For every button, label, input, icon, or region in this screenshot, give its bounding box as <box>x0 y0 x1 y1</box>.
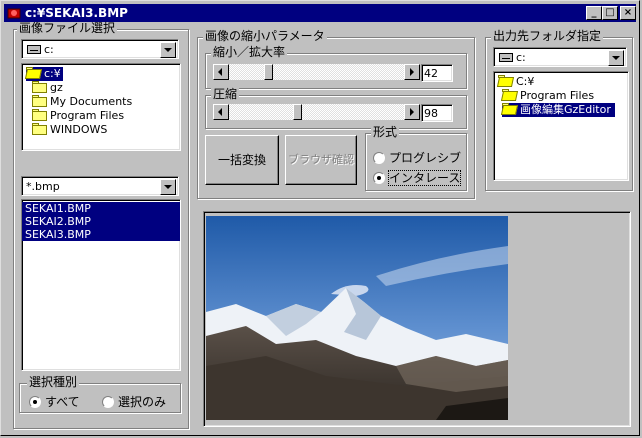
radio-unchecked-icon <box>373 152 385 164</box>
folder-open-icon <box>26 67 42 79</box>
folder-icon <box>32 81 48 93</box>
minimize-icon: _ <box>591 7 597 18</box>
scroll-right-icon[interactable] <box>404 104 420 120</box>
window-title: c:¥SEKAI3.BMP <box>25 6 128 20</box>
preview-panel <box>203 211 631 427</box>
scroll-right-icon[interactable] <box>404 64 420 80</box>
folder-item[interactable]: 画像編集GzEditor <box>502 103 615 117</box>
file-filter-value: *.bmp <box>26 180 60 193</box>
output-folder-label: 出力先フォルダ指定 <box>491 29 604 43</box>
source-drive-value: c: <box>44 43 54 56</box>
radio-checked-icon <box>29 396 41 408</box>
scale-slider[interactable] <box>213 64 420 80</box>
file-list-item[interactable]: SEKAI2.BMP <box>22 215 180 228</box>
folder-item[interactable]: gz <box>32 81 63 95</box>
minimize-button[interactable]: _ <box>586 6 602 20</box>
source-drive-combo[interactable]: c: <box>21 39 179 59</box>
folder-open-icon <box>502 89 518 101</box>
compression-label: 圧縮 <box>211 87 240 101</box>
selection-type-label: 選択種別 <box>27 375 80 389</box>
params-label: 画像の縮小パラメータ <box>203 29 327 43</box>
source-folder-tree[interactable]: c:¥ gz My Documents Program Files WINDOW… <box>21 63 181 151</box>
scroll-left-icon[interactable] <box>213 104 229 120</box>
folder-icon <box>32 109 48 121</box>
scale-slider-thumb[interactable] <box>264 64 273 80</box>
radio-selected-only[interactable]: 選択のみ <box>102 393 166 410</box>
radio-checked-icon <box>373 172 385 184</box>
chevron-down-icon[interactable] <box>160 179 176 195</box>
title-bar[interactable]: c:¥SEKAI3.BMP _ □ × <box>4 4 636 22</box>
output-drive-combo[interactable]: c: <box>493 47 627 67</box>
file-select-label: 画像ファイル選択 <box>17 21 118 35</box>
scale-label: 縮小／拡大率 <box>211 45 288 59</box>
close-button[interactable]: × <box>620 6 636 20</box>
maximize-button[interactable]: □ <box>602 6 618 20</box>
app-icon <box>7 8 21 19</box>
folder-item[interactable]: C:¥ <box>498 75 534 89</box>
radio-unchecked-icon <box>102 396 114 408</box>
batch-convert-button[interactable]: 一括変換 <box>205 135 279 185</box>
folder-icon <box>32 95 48 107</box>
output-folder-tree[interactable]: C:¥ Program Files 画像編集GzEditor <box>493 71 629 181</box>
close-icon: × <box>623 7 633 18</box>
scale-slider-track[interactable] <box>229 64 404 80</box>
file-list-item[interactable]: SEKAI1.BMP <box>22 202 180 215</box>
mountain-landscape-image <box>206 216 508 420</box>
main-window: c:¥SEKAI3.BMP _ □ × 画像ファイル選択 c: c:¥ gz M… <box>0 0 640 436</box>
folder-item[interactable]: Program Files <box>502 89 594 103</box>
folder-item[interactable]: My Documents <box>32 95 132 109</box>
file-filter-combo[interactable]: *.bmp <box>21 176 179 196</box>
scale-value-field[interactable]: 42 <box>421 64 453 82</box>
radio-all[interactable]: すべて <box>29 393 80 410</box>
compression-slider-thumb[interactable] <box>293 104 302 120</box>
drive-icon <box>499 53 513 62</box>
file-list-item[interactable]: SEKAI3.BMP <box>22 228 180 241</box>
folder-item[interactable]: c:¥ <box>26 67 63 81</box>
chevron-down-icon[interactable] <box>160 42 176 58</box>
compression-slider-track[interactable] <box>229 104 404 120</box>
browser-check-button[interactable]: ブラウザ確認 <box>285 135 357 185</box>
drive-icon <box>27 45 41 54</box>
maximize-icon: □ <box>605 7 615 18</box>
folder-item[interactable]: Program Files <box>32 109 124 123</box>
chevron-down-icon[interactable] <box>608 50 624 66</box>
format-label: 形式 <box>371 125 400 139</box>
compression-slider[interactable] <box>213 104 420 120</box>
folder-open-icon <box>502 103 518 115</box>
radio-interlace[interactable]: インタレース <box>373 169 462 186</box>
folder-open-icon <box>498 75 514 87</box>
file-list[interactable]: SEKAI1.BMP SEKAI2.BMP SEKAI3.BMP <box>21 199 181 371</box>
radio-progressive[interactable]: プログレシブ <box>373 149 461 166</box>
folder-icon <box>32 123 48 135</box>
folder-item[interactable]: WINDOWS <box>32 123 107 137</box>
scroll-left-icon[interactable] <box>213 64 229 80</box>
compression-value-field[interactable]: 98 <box>421 104 453 122</box>
output-drive-value: c: <box>516 51 526 64</box>
